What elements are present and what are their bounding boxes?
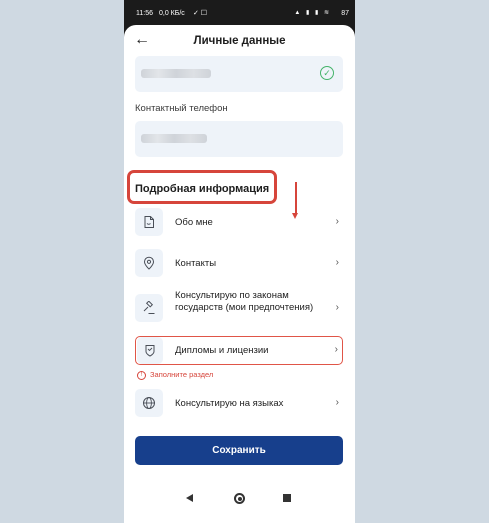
list-item-label: Контакты	[175, 258, 217, 269]
nav-back-icon[interactable]	[186, 494, 193, 502]
error-icon: !	[137, 370, 146, 380]
certificate-icon	[137, 337, 163, 364]
save-button[interactable]: Сохранить	[135, 436, 343, 465]
list-item-label: Обо мне	[175, 217, 213, 228]
chevron-right-icon: ›	[334, 344, 338, 355]
screen: ← Личные данные ✓ Контактный телефон Под…	[124, 25, 355, 482]
email-field[interactable]: ✓	[135, 56, 343, 92]
nav-home-icon[interactable]	[234, 493, 245, 504]
chevron-right-icon: ›	[335, 257, 339, 268]
blurred-value	[141, 134, 207, 143]
blurred-value	[141, 69, 211, 78]
gavel-icon	[135, 294, 163, 322]
signal-icons: ▲ ▮ ▮ ≋	[294, 10, 331, 16]
notification-icons: ✓ ☐	[193, 10, 208, 17]
list-item-label: Консультирую на языках	[175, 398, 284, 409]
document-icon	[135, 208, 163, 236]
page-title: Личные данные	[193, 35, 286, 47]
list-item-label: Консультирую по законам государств (мои …	[175, 290, 314, 313]
list-item-label: Дипломы и лицензии	[175, 345, 269, 356]
system-nav-bar	[124, 482, 355, 523]
network-speed: 0,0 КБ/с	[159, 10, 185, 17]
phone-field[interactable]	[135, 121, 343, 157]
phone-label: Контактный телефон	[135, 103, 228, 114]
location-pin-icon	[135, 249, 163, 277]
list-item-diplomas[interactable]: Дипломы и лицензии ›	[135, 336, 343, 365]
status-time: 11:56	[136, 10, 153, 17]
list-item-about[interactable]: Обо мне ›	[135, 208, 343, 237]
error-text: Заполните раздел	[150, 370, 214, 379]
list-item-contacts[interactable]: Контакты ›	[135, 249, 343, 278]
chevron-right-icon: ›	[335, 397, 339, 408]
phone-frame: 11:56 0,0 КБ/с ✓ ☐ ▲ ▮ ▮ ≋ 87 ← Личные д…	[124, 0, 355, 523]
globe-icon	[135, 389, 163, 417]
section-title: Подробная информация	[135, 183, 270, 195]
chevron-right-icon: ›	[335, 216, 339, 227]
nav-recents-icon[interactable]	[283, 494, 291, 502]
list-item-languages[interactable]: Консультирую на языках ›	[135, 389, 343, 418]
chevron-right-icon: ›	[335, 302, 339, 313]
error-message: ! Заполните раздел	[137, 370, 213, 380]
check-circle-icon: ✓	[320, 66, 334, 80]
list-item-laws[interactable]: Консультирую по законам государств (мои …	[135, 289, 343, 329]
header: ← Личные данные	[124, 25, 355, 58]
status-bar: 11:56 0,0 КБ/с ✓ ☐ ▲ ▮ ▮ ≋ 87	[124, 0, 355, 25]
battery-level: 87	[341, 10, 349, 17]
